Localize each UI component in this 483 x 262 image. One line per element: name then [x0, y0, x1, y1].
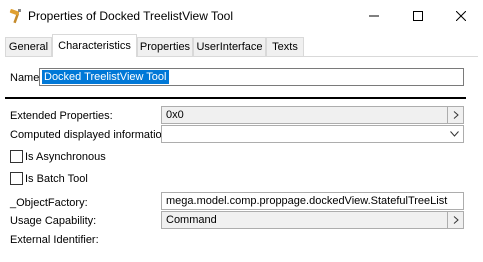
is-batch-tool-checkbox[interactable] [10, 172, 23, 185]
name-label: Name: [10, 72, 43, 84]
object-factory-field[interactable]: mega.model.comp.proppage.dockedView.Stat… [161, 192, 464, 210]
minimize-button[interactable] [352, 0, 396, 32]
tab-general[interactable]: General [5, 37, 52, 56]
is-asynchronous-checkbox[interactable] [10, 150, 23, 163]
external-identifier-label: External Identifier: [10, 234, 99, 246]
close-button[interactable] [439, 0, 483, 32]
tab-texts[interactable]: Texts [266, 37, 304, 56]
extended-properties-value: 0x0 [166, 109, 184, 121]
wrench-hammer-icon [8, 8, 24, 24]
extended-properties-button[interactable] [447, 107, 463, 123]
maximize-button[interactable] [396, 0, 440, 32]
computed-info-label: Computed displayed information: [10, 129, 171, 141]
usage-capability-value: Command [166, 214, 217, 226]
name-field[interactable]: Docked TreelistView Tool [39, 68, 464, 86]
tab-characteristics[interactable]: Characteristics [52, 34, 137, 57]
is-batch-tool-label: Is Batch Tool [25, 173, 88, 185]
chevron-right-icon [453, 216, 459, 224]
object-factory-label: _ObjectFactory: [10, 197, 88, 209]
title-bar: Properties of Docked TreelistView Tool [0, 0, 483, 32]
computed-info-dropdown[interactable] [161, 125, 464, 143]
object-factory-value: mega.model.comp.proppage.dockedView.Stat… [166, 195, 448, 207]
separator [5, 97, 466, 99]
usage-capability-label: Usage Capability: [10, 215, 97, 227]
tab-userinterface[interactable]: UserInterface [193, 37, 266, 56]
usage-capability-button[interactable] [447, 212, 463, 228]
chevron-down-icon[interactable] [447, 126, 461, 142]
tab-properties[interactable]: Properties [137, 37, 193, 56]
is-asynchronous-label: Is Asynchronous [25, 151, 106, 163]
name-value: Docked TreelistView Tool [42, 70, 169, 84]
window-title: Properties of Docked TreelistView Tool [28, 9, 233, 23]
usage-capability-field[interactable]: Command [161, 211, 464, 229]
extended-properties-field[interactable]: 0x0 [161, 106, 464, 124]
chevron-right-icon [453, 111, 459, 119]
extended-properties-label: Extended Properties: [10, 110, 113, 122]
